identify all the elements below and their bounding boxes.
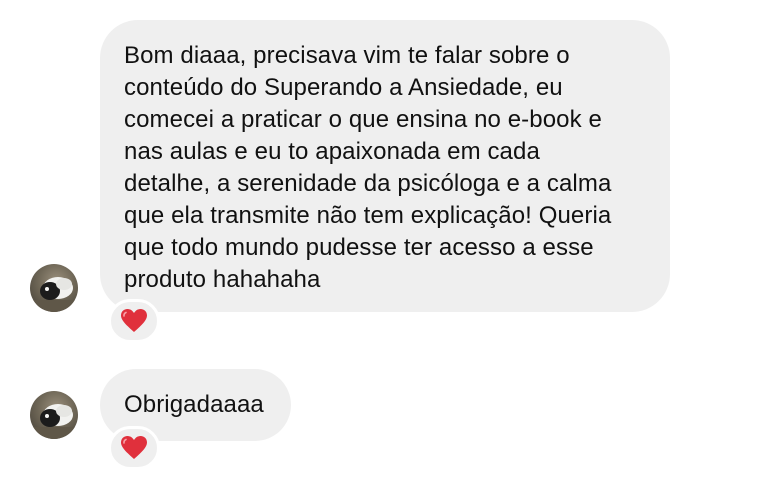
message-bubble[interactable]: Bom diaaa, precisava vim te falar sobre … (100, 20, 670, 312)
sender-avatar[interactable] (30, 391, 78, 439)
message-text: Bom diaaa, precisava vim te falar sobre … (124, 42, 612, 293)
sender-avatar[interactable] (30, 264, 78, 312)
avatar-photo-icon (30, 404, 78, 439)
avatar-photo-icon (30, 277, 78, 312)
message-text: Obrigadaaaa (124, 391, 264, 418)
reaction-badge[interactable] (108, 426, 160, 470)
message-thread: Bom diaaa, precisava vim te falar sobre … (0, 0, 768, 489)
reaction-badge[interactable] (108, 299, 160, 343)
red-heart-icon (121, 309, 147, 332)
red-heart-icon (121, 436, 147, 459)
